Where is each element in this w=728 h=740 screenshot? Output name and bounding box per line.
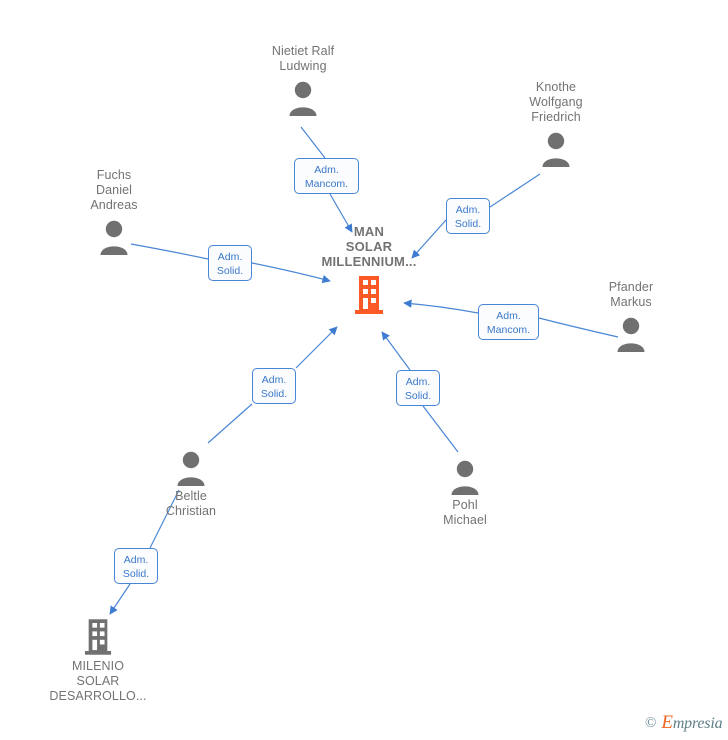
person-icon	[395, 459, 535, 495]
node-milenio-solar-desarrollo[interactable]: MILENIO SOLAR DESARROLLO...	[28, 618, 168, 704]
edge-label-beltle-to-milenio[interactable]: Adm. Solid.	[114, 548, 158, 584]
person-icon	[233, 74, 373, 116]
edge-label-beltle-to-man[interactable]: Adm. Solid.	[252, 368, 296, 404]
edge-line-knothe-upper	[489, 173, 541, 208]
edge-line-pohl-lower	[422, 405, 459, 453]
node-man-solar-millennium[interactable]: MAN SOLAR MILLENNIUM...	[289, 224, 449, 315]
person-icon	[561, 310, 701, 352]
edge-label-nietiet-to-man[interactable]: Adm. Mancom.	[294, 158, 359, 194]
building-icon	[28, 618, 168, 656]
edge-line-nietiet-upper	[300, 126, 326, 159]
node-label-nietiet-ralf-ludwing: Nietiet Ralf Ludwing	[271, 44, 335, 73]
edge-label-pohl-to-man[interactable]: Adm. Solid.	[396, 370, 440, 406]
brand-logo: Empresia	[661, 712, 722, 734]
node-beltle-christian[interactable]: Beltle Christian	[121, 450, 261, 519]
watermark: © Empresia	[645, 712, 723, 734]
node-pfander-markus[interactable]: Pfander Markus	[561, 280, 701, 352]
person-icon	[121, 450, 261, 486]
edge-line-milenio-lower	[109, 583, 131, 615]
edge-line-beltle-upper	[295, 326, 338, 369]
node-label-man-solar-millennium: MAN SOLAR MILLENNIUM...	[321, 224, 417, 269]
node-label-milenio-solar-desarrollo: MILENIO SOLAR DESARROLLO...	[49, 659, 147, 703]
node-fuchs-daniel-andreas[interactable]: Fuchs Daniel Andreas	[44, 168, 184, 255]
edge-line-pohl-upper	[381, 331, 411, 371]
brand-rest: mpresia	[672, 715, 723, 732]
building-icon	[289, 269, 449, 315]
node-label-pohl-michael: Pohl Michael	[443, 498, 487, 527]
node-label-pfander-markus: Pfander Markus	[608, 280, 654, 309]
node-knothe-wolfgang-friedrich[interactable]: Knothe Wolfgang Friedrich	[486, 80, 626, 167]
edge-label-knothe-to-man[interactable]: Adm. Solid.	[446, 198, 490, 234]
edge-line-beltle-lower	[207, 403, 253, 444]
node-pohl-michael[interactable]: Pohl Michael	[395, 459, 535, 528]
node-label-knothe-wolfgang-friedrich: Knothe Wolfgang Friedrich	[529, 80, 583, 124]
node-nietiet-ralf-ludwing[interactable]: Nietiet Ralf Ludwing	[233, 44, 373, 116]
edge-label-fuchs-to-man[interactable]: Adm. Solid.	[208, 245, 252, 281]
person-icon	[486, 125, 626, 167]
edge-label-pfander-to-man[interactable]: Adm. Mancom.	[478, 304, 539, 340]
copyright-icon: ©	[645, 714, 657, 731]
person-icon	[44, 213, 184, 255]
node-label-beltle-christian: Beltle Christian	[165, 489, 217, 518]
node-label-fuchs-daniel-andreas: Fuchs Daniel Andreas	[90, 168, 138, 212]
brand-initial: E	[661, 712, 673, 733]
edge-lines	[109, 126, 619, 615]
